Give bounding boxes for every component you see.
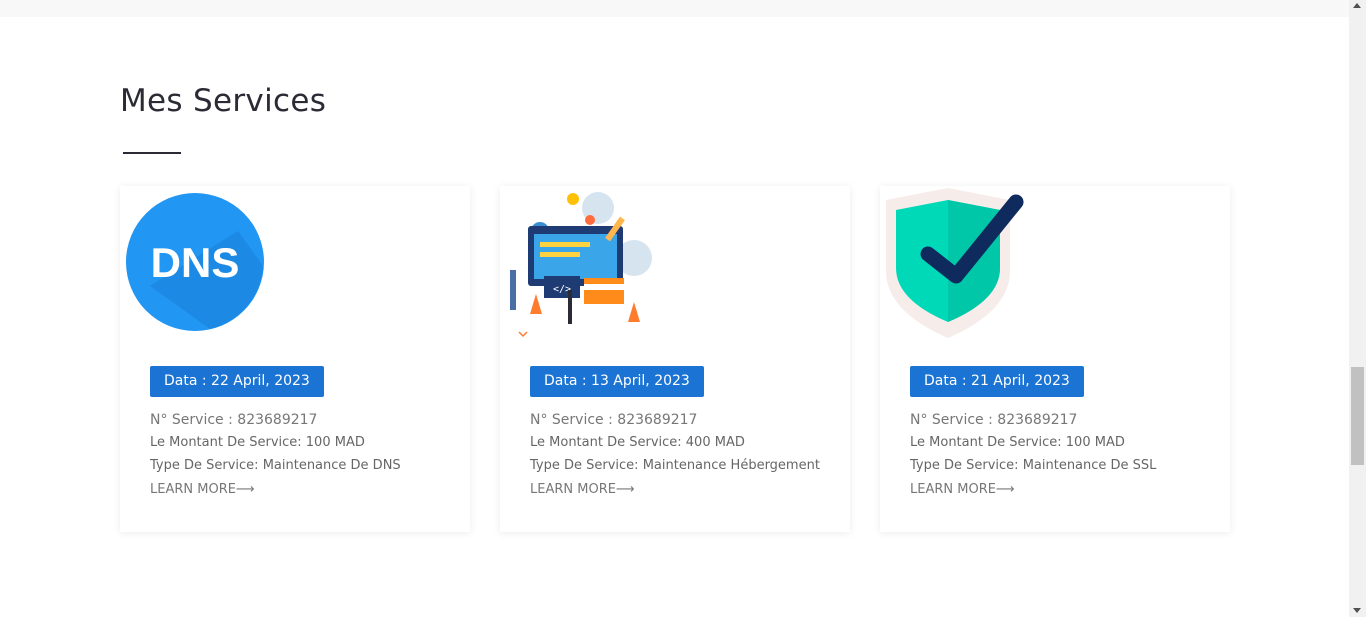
dns-icon: DNS [126, 193, 264, 331]
services-section: Mes Services DNS Data : 22 April, 2023 N… [0, 17, 1349, 617]
ssl-shield-check-icon [886, 188, 1024, 338]
service-number: N° Service : 823689217 [910, 412, 1078, 428]
learn-more-link[interactable]: LEARN MORE⟶ [150, 482, 255, 497]
dns-icon-text: DNS [151, 239, 240, 286]
service-card-ssl: Data : 21 April, 2023 N° Service : 82368… [880, 186, 1230, 532]
service-card-hebergement: </> Data : 13 April, 2023 N° Service : 8… [500, 186, 850, 532]
learn-more-link[interactable]: LEARN MORE⟶ [910, 482, 1015, 497]
date-badge: Data : 22 April, 2023 [150, 366, 324, 397]
learn-more-link[interactable]: LEARN MORE⟶ [530, 482, 635, 497]
service-amount: Le Montant De Service: 400 MAD [530, 435, 745, 450]
top-strip [0, 0, 1349, 17]
service-number: N° Service : 823689217 [530, 412, 698, 428]
service-type: Type De Service: Maintenance Hébergement [530, 458, 820, 473]
title-underline [123, 152, 181, 154]
service-type: Type De Service: Maintenance De SSL [910, 458, 1157, 473]
service-card-dns: DNS Data : 22 April, 2023 N° Service : 8… [120, 186, 470, 532]
section-title: Mes Services [120, 83, 327, 119]
scroll-up-arrow-icon[interactable] [1353, 3, 1361, 8]
service-amount: Le Montant De Service: 100 MAD [150, 435, 365, 450]
scrollbar-thumb[interactable] [1351, 367, 1364, 465]
service-amount: Le Montant De Service: 100 MAD [910, 435, 1125, 450]
date-badge: Data : 13 April, 2023 [530, 366, 704, 397]
scroll-down-arrow-icon[interactable] [1353, 608, 1361, 613]
date-badge: Data : 21 April, 2023 [910, 366, 1084, 397]
service-type: Type De Service: Maintenance De DNS [150, 458, 401, 473]
web-construction-illustration: </> [510, 192, 652, 338]
vertical-scrollbar[interactable] [1349, 0, 1366, 617]
service-number: N° Service : 823689217 [150, 412, 318, 428]
